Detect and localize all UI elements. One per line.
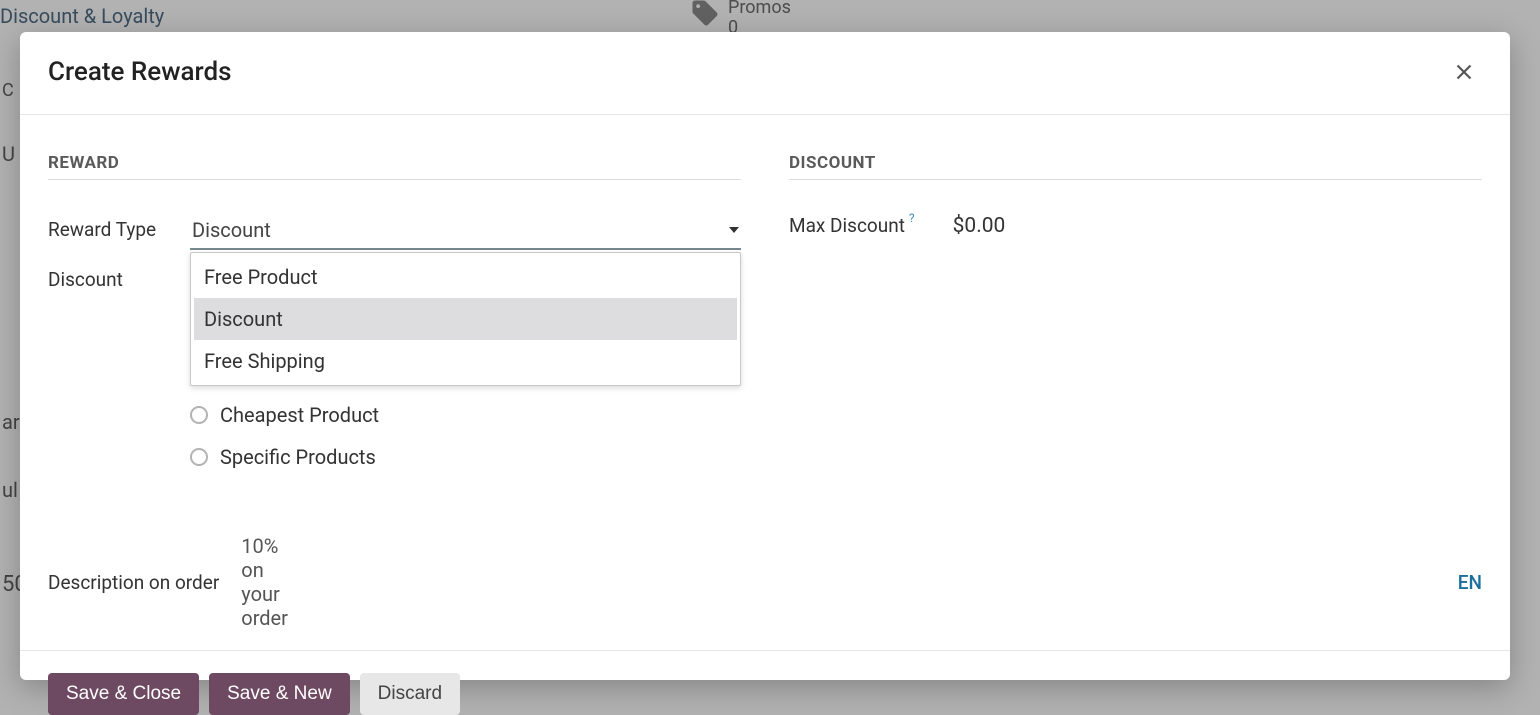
save-new-button[interactable]: Save & New [209,673,350,715]
modal-footer: Save & Close Save & New Discard [20,650,1510,715]
section-title-discount: DISCOUNT [789,153,1482,180]
discount-label: Discount [48,264,190,291]
radio-cheapest-product[interactable]: Cheapest Product [190,394,741,436]
radio-label-specific: Specific Products [220,445,376,469]
option-free-product[interactable]: Free Product [194,256,737,298]
help-icon[interactable]: ? [909,211,915,225]
option-free-shipping[interactable]: Free Shipping [194,340,737,382]
radio-label-cheapest: Cheapest Product [220,403,379,427]
radio-icon [190,406,208,424]
modal-title: Create Rewards [48,57,232,87]
language-button[interactable]: EN [1458,571,1482,594]
max-discount-value[interactable]: $0.00 [953,214,1006,238]
chevron-down-icon [729,227,739,233]
description-label: Description on order [48,571,219,594]
description-value[interactable]: 10% on your order [241,534,288,630]
reward-type-dropdown: Free Product Discount Free Shipping [190,252,741,386]
close-icon [1451,59,1477,85]
reward-type-select[interactable]: Discount [190,214,741,250]
radio-icon [190,448,208,466]
modal-body: REWARD Reward Type Discount Free Product… [20,115,1510,650]
section-title-reward: REWARD [48,153,741,180]
reward-type-label: Reward Type [48,214,190,241]
close-button[interactable] [1446,54,1482,90]
discard-button[interactable]: Discard [360,673,460,715]
discount-section: DISCOUNT Max Discount ? $0.00 [789,153,1482,492]
reward-type-selected: Discount [192,218,271,242]
reward-section: REWARD Reward Type Discount Free Product… [48,153,741,492]
option-discount[interactable]: Discount [194,298,737,340]
max-discount-label: Max Discount [789,214,905,237]
create-rewards-modal: Create Rewards REWARD Reward Type Discou… [20,32,1510,680]
radio-specific-products[interactable]: Specific Products [190,436,741,478]
save-close-button[interactable]: Save & Close [48,673,199,715]
modal-header: Create Rewards [20,32,1510,115]
